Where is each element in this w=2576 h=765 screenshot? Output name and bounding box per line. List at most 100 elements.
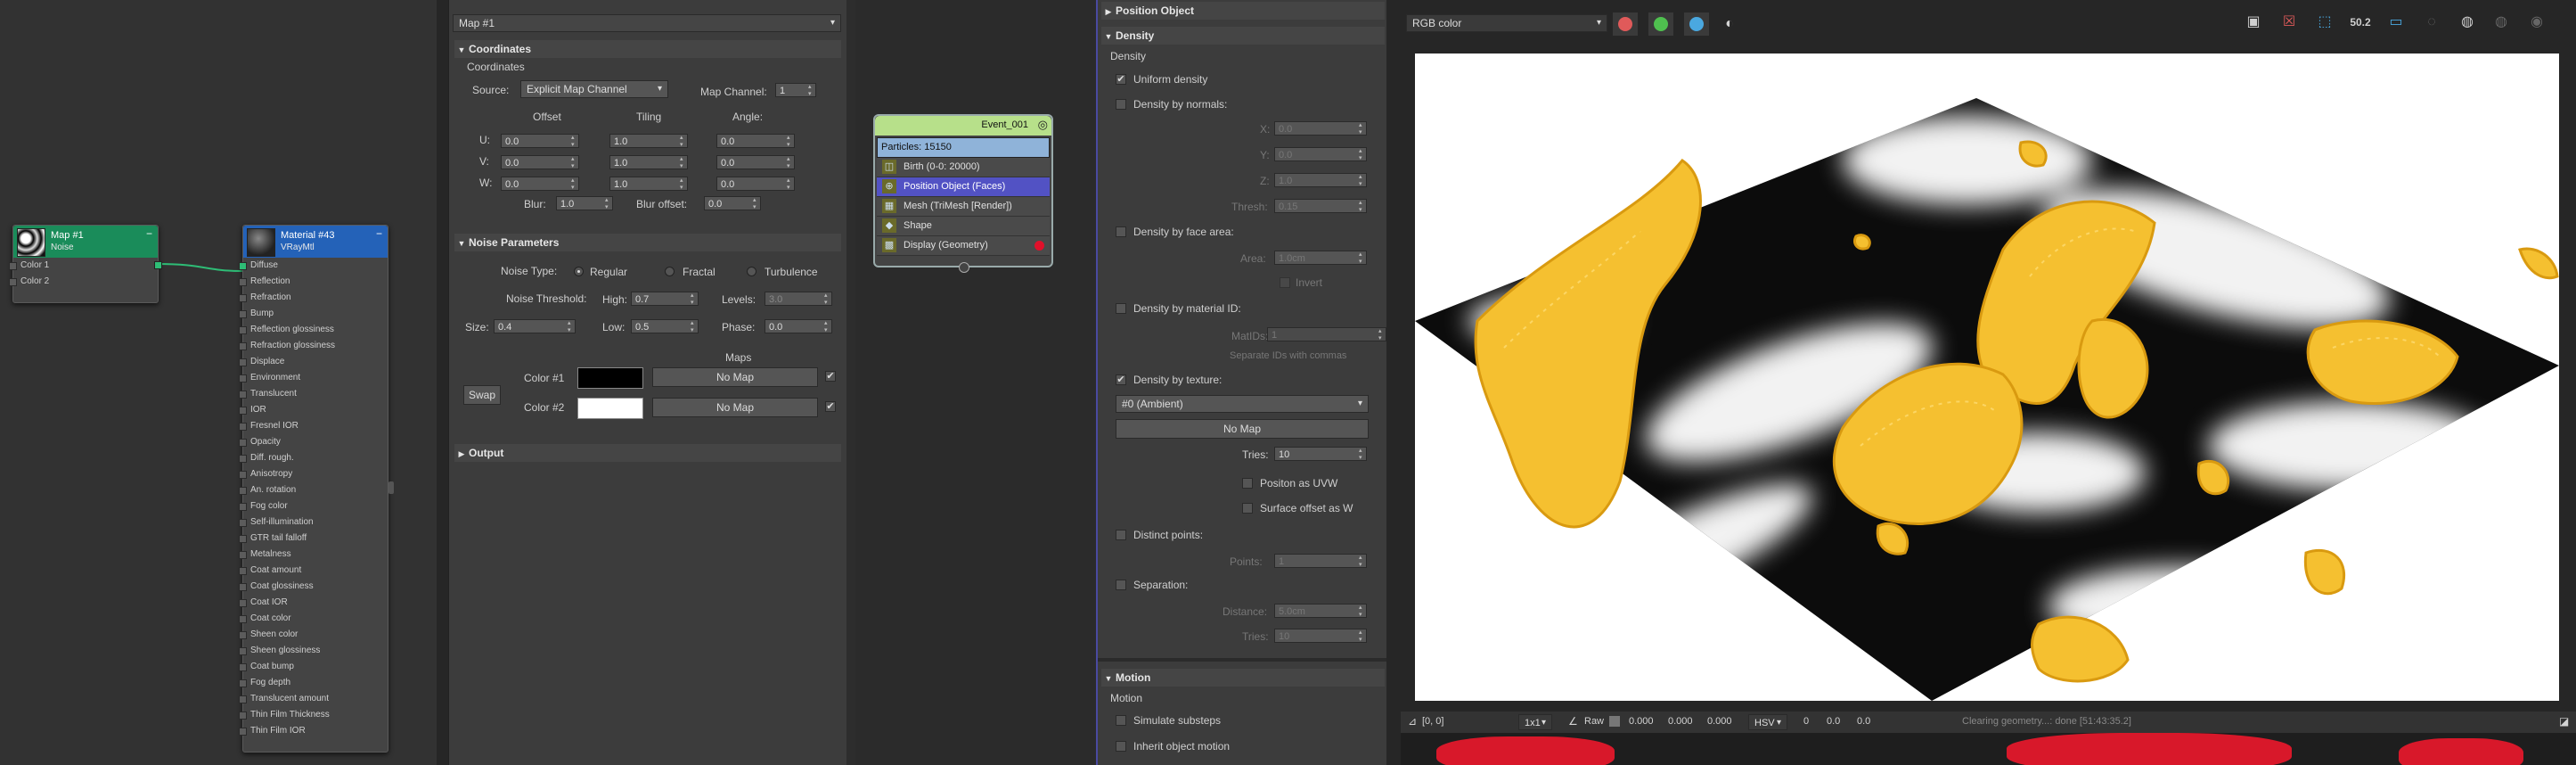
swap-button[interactable]: Swap	[463, 385, 501, 405]
coordinates-rollout-header[interactable]: ▼ Coordinates	[454, 40, 841, 58]
input-socket[interactable]	[239, 407, 247, 415]
input-socket[interactable]	[239, 439, 247, 447]
input-socket[interactable]	[239, 535, 247, 543]
input-socket[interactable]	[239, 583, 247, 591]
noise-type-turbulence-radio[interactable]	[747, 267, 756, 276]
render-last-icon[interactable]: ◉	[2525, 12, 2548, 32]
input-socket[interactable]	[239, 615, 247, 623]
material-slot[interactable]: Fresnel IOR	[239, 418, 388, 434]
output-socket[interactable]	[154, 261, 162, 269]
material-slot[interactable]: Coat amount	[239, 563, 388, 579]
map-node[interactable]: Map #1 Noise − Color 1 Color 2	[9, 225, 162, 303]
material-slot[interactable]: Thin Film IOR	[239, 723, 388, 739]
input-socket[interactable]	[239, 471, 247, 479]
texture-slot-dropdown[interactable]: #0 (Ambient)	[1116, 395, 1369, 413]
inherit-motion-checkbox[interactable]	[1116, 741, 1126, 752]
operator-item[interactable]: ⊕ Position Object (Faces)	[877, 177, 1050, 197]
input-socket[interactable]	[239, 695, 247, 703]
material-slot[interactable]: Bump	[239, 306, 388, 322]
event-box[interactable]: Event_001 ◎ Particles: 15150 ◫ Birth (0-0:…	[873, 114, 1053, 273]
input-socket[interactable]	[239, 503, 247, 511]
offset-spinner[interactable]: 0.0	[501, 134, 579, 149]
input-socket[interactable]	[239, 294, 247, 302]
region-render-icon[interactable]: ⬚	[2313, 12, 2336, 32]
tiling-spinner[interactable]: 1.0	[609, 155, 688, 170]
simulate-substeps-checkbox[interactable]	[1116, 715, 1126, 726]
particle-count-field[interactable]: Particles: 15150	[877, 137, 1050, 158]
noise-rollout-header[interactable]: ▼ Noise Parameters	[454, 234, 841, 251]
map-name-dropdown[interactable]: Map #1	[453, 14, 841, 32]
input-socket[interactable]	[239, 278, 247, 286]
minimize-icon[interactable]: −	[376, 227, 382, 240]
particle-view-canvas[interactable]: Event_001 ◎ Particles: 15150 ◫ Birth (0-0:…	[855, 0, 1096, 765]
offset-spinner[interactable]: 0.0	[501, 155, 579, 170]
tries2-spinner[interactable]: 10	[1274, 629, 1367, 644]
input-socket[interactable]	[239, 519, 247, 527]
expand-icon[interactable]: ◪	[2559, 715, 2569, 728]
color2-map-button[interactable]: No Map	[652, 398, 818, 417]
source-dropdown[interactable]: Explicit Map Channel	[520, 80, 668, 98]
material-slot[interactable]: IOR	[239, 402, 388, 418]
input-socket[interactable]	[239, 599, 247, 607]
color-mode-dropdown[interactable]: HSV	[1748, 714, 1787, 731]
mono-channel-icon[interactable]: ◐	[1718, 12, 1741, 36]
thresh-spinner[interactable]: 0.15	[1274, 199, 1367, 214]
blue-channel-button[interactable]	[1684, 12, 1709, 36]
angle-spinner[interactable]: 0.0	[716, 177, 795, 192]
display-color-icon[interactable]	[1034, 241, 1044, 251]
lens-effects-icon[interactable]: 50.2	[2349, 12, 2372, 32]
material-node[interactable]: Material #43 VRayMtl − Diffuse Reflection…	[239, 225, 388, 753]
size-spinner[interactable]: 0.4	[494, 319, 576, 334]
color1-map-checkbox[interactable]: ✔	[825, 371, 836, 382]
track-mouse-icon[interactable]: ▭	[2384, 12, 2408, 32]
material-slot[interactable]: Fog depth	[239, 675, 388, 691]
material-slot[interactable]: Sheen glossiness	[239, 643, 388, 659]
position-object-rollout-header[interactable]: ▶ Position Object	[1101, 2, 1385, 20]
input-socket[interactable]	[239, 567, 247, 575]
map-slot[interactable]: Color 1	[9, 258, 158, 274]
operator-item[interactable]: ◫ Birth (0-0: 20000)	[877, 158, 1050, 177]
channel-dropdown[interactable]: RGB color	[1406, 14, 1607, 32]
input-socket[interactable]	[239, 326, 247, 334]
tiling-spinner[interactable]: 1.0	[609, 177, 688, 192]
operator-item[interactable]: ◆ Shape	[877, 217, 1050, 236]
material-slot[interactable]: Refraction glossiness	[239, 338, 388, 354]
density-face-area-checkbox[interactable]	[1116, 226, 1126, 237]
input-socket[interactable]	[239, 391, 247, 399]
input-socket[interactable]	[239, 423, 247, 431]
save-image-icon[interactable]: ▣	[2242, 12, 2265, 32]
operator-item[interactable]: ▦ Mesh (TriMesh [Render])	[877, 197, 1050, 217]
material-slot[interactable]: Reflection	[239, 274, 388, 290]
material-slot[interactable]: Translucent	[239, 386, 388, 402]
color2-swatch[interactable]	[577, 398, 643, 419]
material-slot[interactable]: Diff. rough.	[239, 450, 388, 466]
material-slot[interactable]: Coat IOR	[239, 595, 388, 611]
y-spinner[interactable]: 0.0	[1274, 147, 1367, 162]
map-node-header[interactable]: Map #1 Noise −	[13, 226, 158, 258]
input-socket[interactable]	[239, 728, 247, 736]
texture-map-button[interactable]: No Map	[1116, 419, 1369, 439]
render-icon[interactable]: ◍	[2456, 12, 2479, 32]
distance-spinner[interactable]: 5.0cm	[1274, 604, 1367, 619]
input-socket[interactable]	[239, 712, 247, 720]
color1-swatch[interactable]	[577, 367, 643, 389]
slate-node-editor[interactable]: Map #1 Noise − Color 1 Color 2 Material #…	[0, 0, 437, 765]
event-output-socket[interactable]	[959, 262, 969, 273]
tries-spinner[interactable]: 10	[1274, 447, 1367, 462]
input-socket[interactable]	[9, 262, 17, 270]
material-slot[interactable]: Opacity	[239, 434, 388, 450]
input-socket[interactable]	[239, 342, 247, 350]
link-inactive-icon[interactable]: ◌	[2420, 12, 2443, 32]
crosshair-icon[interactable]: ⊿	[1408, 715, 1417, 728]
separation-checkbox[interactable]	[1116, 580, 1126, 590]
position-uvw-checkbox[interactable]	[1242, 478, 1253, 489]
material-slot[interactable]: Coat bump	[239, 659, 388, 675]
stop-render-icon[interactable]: ◍	[2490, 12, 2513, 32]
motion-rollout-header[interactable]: ▼ Motion	[1101, 669, 1385, 687]
points-spinner[interactable]: 1	[1274, 554, 1367, 569]
density-rollout-header[interactable]: ▼ Density	[1101, 27, 1385, 45]
panel-divider[interactable]	[1386, 0, 1401, 765]
noise-type-regular-radio[interactable]	[574, 267, 584, 276]
input-socket[interactable]	[239, 631, 247, 639]
levels-spinner[interactable]: 3.0	[765, 292, 832, 307]
